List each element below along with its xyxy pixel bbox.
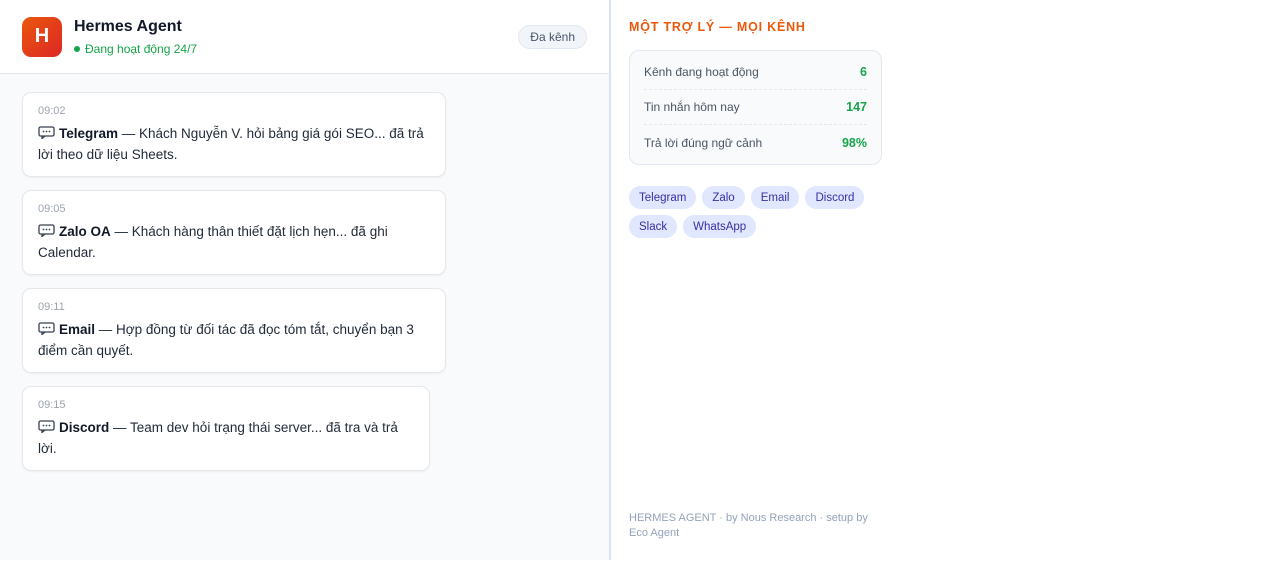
stats-card: Kênh đang hoạt động 6 Tin nhắn hôm nay 1… xyxy=(629,50,882,165)
stat-row: Trả lời đúng ngữ cảnh 98% xyxy=(644,125,867,160)
stat-value: 6 xyxy=(860,65,867,79)
stat-value: 147 xyxy=(846,100,867,114)
status-indicator: Đang hoạt động 24/7 xyxy=(74,42,197,56)
feed-item-body: Email — Hợp đồng từ đối tác đã đọc tóm t… xyxy=(38,319,430,361)
chip-telegram[interactable]: Telegram xyxy=(629,186,697,209)
chat-bubble-icon xyxy=(38,126,55,139)
chat-bubble-icon xyxy=(38,420,55,433)
message-feed: 09:02 Telegram — Khách Nguyễn V. hỏi bản… xyxy=(0,74,609,471)
chip-email[interactable]: Email xyxy=(750,186,800,209)
stat-label: Kênh đang hoạt động xyxy=(644,65,759,79)
header-text: Hermes Agent Đang hoạt động 24/7 xyxy=(74,18,197,56)
feed-item-time: 09:15 xyxy=(38,399,66,411)
chip-zalo[interactable]: Zalo xyxy=(702,186,745,209)
feed-item-channel: Zalo OA xyxy=(59,224,111,239)
header: H Hermes Agent Đang hoạt động 24/7 Đa kê… xyxy=(0,0,609,74)
sidebar-footer: HERMES AGENT · by Nous Research · setup … xyxy=(629,512,868,539)
status-dot-icon xyxy=(74,45,80,52)
stat-value: 98% xyxy=(841,135,867,150)
app-window: H Hermes Agent Đang hoạt động 24/7 Đa kê… xyxy=(0,0,900,560)
main-panel: H Hermes Agent Đang hoạt động 24/7 Đa kê… xyxy=(0,0,609,560)
sidebar-title: MỘT TRỢ LÝ — MỌI KÊNH xyxy=(629,20,806,34)
feed-item[interactable]: 09:15 Discord — Team dev hỏi trạng thái … xyxy=(22,386,430,471)
feed-item-time: 09:05 xyxy=(38,203,66,215)
feed-item[interactable]: 09:02 Telegram — Khách Nguyễn V. hỏi bản… xyxy=(22,92,446,177)
chip-slack[interactable]: Slack xyxy=(629,215,678,238)
feed-item-channel: Discord xyxy=(59,420,110,435)
feed-item-body: Zalo OA — Khách hàng thân thiết đặt lịch… xyxy=(38,221,430,263)
chat-bubble-icon xyxy=(38,322,55,335)
stat-row: Kênh đang hoạt động 6 xyxy=(644,55,867,90)
status-text: Đang hoạt động 24/7 xyxy=(85,41,198,56)
feed-item[interactable]: 09:11 Email — Hợp đồng từ đối tác đã đọc… xyxy=(22,288,446,373)
feed-item-time: 09:02 xyxy=(38,105,66,117)
stat-row: Tin nhắn hôm nay 147 xyxy=(644,90,867,125)
sidebar: MỘT TRỢ LÝ — MỌI KÊNH Kênh đang hoạt độn… xyxy=(611,0,900,560)
feed-item-text: — Hợp đồng từ đối tác đã đọc tóm tắt, ch… xyxy=(38,322,414,358)
stat-label: Trả lời đúng ngữ cảnh xyxy=(644,135,763,150)
feed-item-body: Discord — Team dev hỏi trạng thái server… xyxy=(38,417,414,459)
chip-whatsapp[interactable]: WhatsApp xyxy=(683,215,757,238)
app-title: Hermes Agent xyxy=(74,17,182,35)
chat-bubble-icon xyxy=(38,224,55,237)
feed-item-body: Telegram — Khách Nguyễn V. hỏi bảng giá … xyxy=(38,123,430,165)
multichannel-badge[interactable]: Đa kênh xyxy=(518,25,587,49)
stat-label: Tin nhắn hôm nay xyxy=(644,100,740,114)
feed-item-channel: Telegram xyxy=(59,126,119,141)
channel-chips: Telegram Zalo Email Discord Slack WhatsA… xyxy=(629,186,879,244)
logo: H xyxy=(22,16,62,57)
feed-item[interactable]: 09:05 Zalo OA — Khách hàng thân thiết đặ… xyxy=(22,190,446,275)
chip-discord[interactable]: Discord xyxy=(805,186,865,209)
feed-item-time: 09:11 xyxy=(38,301,65,313)
feed-item-channel: Email xyxy=(59,322,96,337)
